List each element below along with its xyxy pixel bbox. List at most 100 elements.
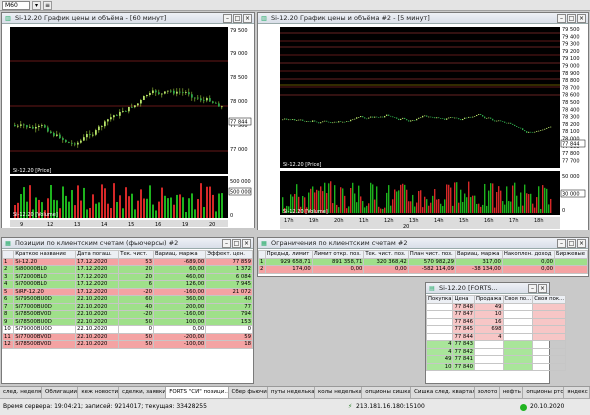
workspace-tab[interactable]: след. неделя: [0, 387, 43, 398]
chart1-volume-bar: [191, 193, 193, 218]
chart1-candle: [152, 90, 154, 94]
limits-column-header[interactable]: Накоплен. доход: [501, 250, 555, 259]
workspace-tab[interactable]: опционы ртс: [523, 387, 565, 398]
chart2-window-buttons: – □ ×: [557, 14, 586, 23]
workspace-tab[interactable]: опционы сишка: [362, 387, 412, 398]
workspace-tab[interactable]: золото: [475, 387, 500, 398]
positions-row[interactable]: 10 Si79000BU0D 22.10.2020 0 0,00 0: [1, 325, 253, 334]
limits-column-header[interactable]: Предыд. лимит: [264, 250, 313, 259]
orderbook-column-header[interactable]: Своя пок...: [532, 295, 567, 304]
positions-window: ▦ Позиции по клиентским счетам (фьючерсы…: [1, 237, 254, 384]
orderbook-row[interactable]: 77 844 4: [425, 332, 567, 341]
limits-column-header[interactable]: План чист. поз.: [407, 250, 457, 259]
positions-row[interactable]: 6 Si79500BU0D 22.10.2020 60 360,00 40: [1, 295, 253, 304]
orderbook-row[interactable]: 4 77 843: [425, 340, 567, 349]
workspace-tab[interactable]: колы неделька: [315, 387, 363, 398]
dropdown-arrow-icon[interactable]: ▾: [32, 1, 41, 10]
limits-column-header[interactable]: Тек. чист. поз.: [363, 250, 409, 259]
positions-row[interactable]: 9 Si78500BU0D 22.10.2020 50 100,00 153: [1, 317, 253, 326]
chart2-volume-bar: [532, 203, 534, 213]
close-button[interactable]: ×: [242, 239, 251, 248]
maximize-button[interactable]: □: [567, 239, 576, 248]
orderbook-row[interactable]: 10 77 840: [425, 362, 567, 371]
close-button[interactable]: ×: [243, 14, 252, 23]
maximize-button[interactable]: □: [232, 239, 241, 248]
close-button[interactable]: ×: [538, 284, 547, 293]
positions-column-header[interactable]: Тек. чист.: [118, 250, 155, 259]
limits-row[interactable]: 2 174,00 0,00 0,00 -582 114,09 -38 134,00 0,00: [258, 265, 589, 274]
workspace-tab[interactable]: сделки, заявки: [119, 387, 167, 398]
positions-cell-date: 22.10.2020: [75, 310, 120, 319]
maximize-button[interactable]: □: [567, 14, 576, 23]
positions-column-header[interactable]: Краткое название: [13, 250, 77, 259]
positions-column-header[interactable]: Эффект. цен.: [205, 250, 253, 259]
chart2-candle: [544, 128, 546, 130]
orderbook-row[interactable]: 77 846 16: [425, 317, 567, 326]
workspace-tab[interactable]: яндекс: [564, 387, 590, 398]
chart2-canvas[interactable]: Si-12.20 [Price] Si-12.20 [Volume] 79 50…: [258, 25, 588, 230]
limits-titlebar[interactable]: ▦ Ограничения по клиентским счетам #2: [258, 238, 588, 249]
workspace-tab[interactable]: Сбер фьючи: [229, 387, 268, 398]
positions-column-header[interactable]: Вариац. маржа: [153, 250, 207, 259]
positions-titlebar[interactable]: ▦ Позиции по клиентским счетам (фьючерсы…: [2, 238, 253, 249]
positions-row[interactable]: 12 Si78500BV0D 22.10.2020 50 -100,00 18: [1, 340, 253, 349]
maximize-button[interactable]: □: [233, 14, 242, 23]
positions-row[interactable]: 11 Si77000BV0D 22.10.2020 50 -200,00 59: [1, 332, 253, 341]
close-button[interactable]: ×: [577, 239, 586, 248]
workspace-tab[interactable]: путы неделька: [268, 387, 315, 398]
minimize-button[interactable]: –: [557, 14, 566, 23]
minimize-button[interactable]: –: [557, 239, 566, 248]
chart2-volume-bar: [380, 208, 382, 213]
workspace-tab[interactable]: нефть: [500, 387, 524, 398]
chart-settings-icon[interactable]: ≡: [43, 1, 52, 10]
chart1-candle: [137, 103, 139, 106]
timeframe-select[interactable]: M60: [2, 1, 30, 10]
positions-row[interactable]: 2 Si80000BL0 17.12.2020 20 60,00 1 372: [1, 265, 253, 274]
workspace-tab[interactable]: кеж новости: [78, 387, 120, 398]
chart2-volume-bar: [348, 206, 350, 213]
orderbook-column-header[interactable]: Покупка: [425, 295, 454, 304]
minimize-button[interactable]: –: [223, 14, 232, 23]
orderbook-row[interactable]: 77 848 49: [425, 302, 567, 311]
orderbook-row[interactable]: 4 77 842: [425, 347, 567, 356]
positions-row[interactable]: 5 SiRF-12.20 17.12.2020 -20 -160,00 21 072: [1, 287, 253, 296]
limits-column-header[interactable]: Биржевые: [553, 250, 589, 259]
positions-row[interactable]: 8 Si78500BV0D 22.10.2020 -20 -160,00 794: [1, 310, 253, 319]
orderbook-cell-own_buy: [532, 347, 567, 356]
orderbook-row[interactable]: 77 847 10: [425, 310, 567, 319]
chart2-volume-bar: [542, 185, 544, 213]
chart1-candle: [179, 91, 181, 93]
limits-column-header[interactable]: Лимит откр. поз.: [311, 250, 365, 259]
positions-row[interactable]: 1 Si-12.20 17.12.2020 53 -689,00 77 859: [1, 257, 253, 266]
workspace-tab[interactable]: Облигации: [42, 387, 79, 398]
chart2-time-tick: 13h: [409, 218, 419, 224]
chart1-volume-bar: [65, 195, 67, 218]
orderbook-column-header[interactable]: Продажа: [474, 295, 504, 304]
orderbook-row[interactable]: 49 77 841: [425, 355, 567, 364]
limits-row[interactable]: 1 929 658,71 891 358,71 320 368,42 570 982,2…: [258, 257, 589, 266]
minimize-button[interactable]: –: [222, 239, 231, 248]
minimize-button[interactable]: –: [528, 284, 537, 293]
workspace-tab[interactable]: FORTS "СИ" позици...: [166, 387, 229, 398]
orderbook-column-header[interactable]: Цена: [452, 295, 476, 304]
positions-row[interactable]: 7 Si77000BU0D 22.10.2020 40 200,00 77: [1, 302, 253, 311]
server-ip: 213.181.16.180:15100: [356, 403, 425, 410]
orderbook-column-header[interactable]: Своя по...: [502, 295, 534, 304]
limits-cell-c7: [553, 265, 589, 274]
chart2-volume-bar: [370, 182, 372, 213]
chart1-price-tick: 77 000: [230, 147, 248, 153]
workspace-tab[interactable]: Сишка след. квартал: [411, 387, 475, 398]
chart2-volume-bar: [384, 207, 386, 213]
orderbook-row[interactable]: 77 845 698: [425, 325, 567, 334]
chart2-titlebar[interactable]: ▥ Si-12.20 График цены и объёма #2 - [5 …: [258, 13, 588, 24]
positions-row[interactable]: 3 Si72000BL0 17.12.2020 20 460,00 6 084: [1, 272, 253, 281]
chart1-titlebar[interactable]: ▥ Si-12.20 График цены и объёма - [60 ми…: [2, 13, 254, 24]
positions-column-header[interactable]: Дата погаш.: [75, 250, 120, 259]
positions-cell-date: 22.10.2020: [75, 295, 120, 304]
positions-column-header[interactable]: [1, 250, 15, 259]
chart2-candle: [370, 116, 372, 118]
close-button[interactable]: ×: [577, 14, 586, 23]
limits-column-header[interactable]: Вариац. маржа: [455, 250, 503, 259]
chart1-canvas[interactable]: Si-12.20 [Price] Si-12.20 [Volume] 79 50…: [2, 25, 254, 228]
positions-row[interactable]: 4 Si70000BL0 17.12.2020 6 126,00 7 945: [1, 280, 253, 289]
